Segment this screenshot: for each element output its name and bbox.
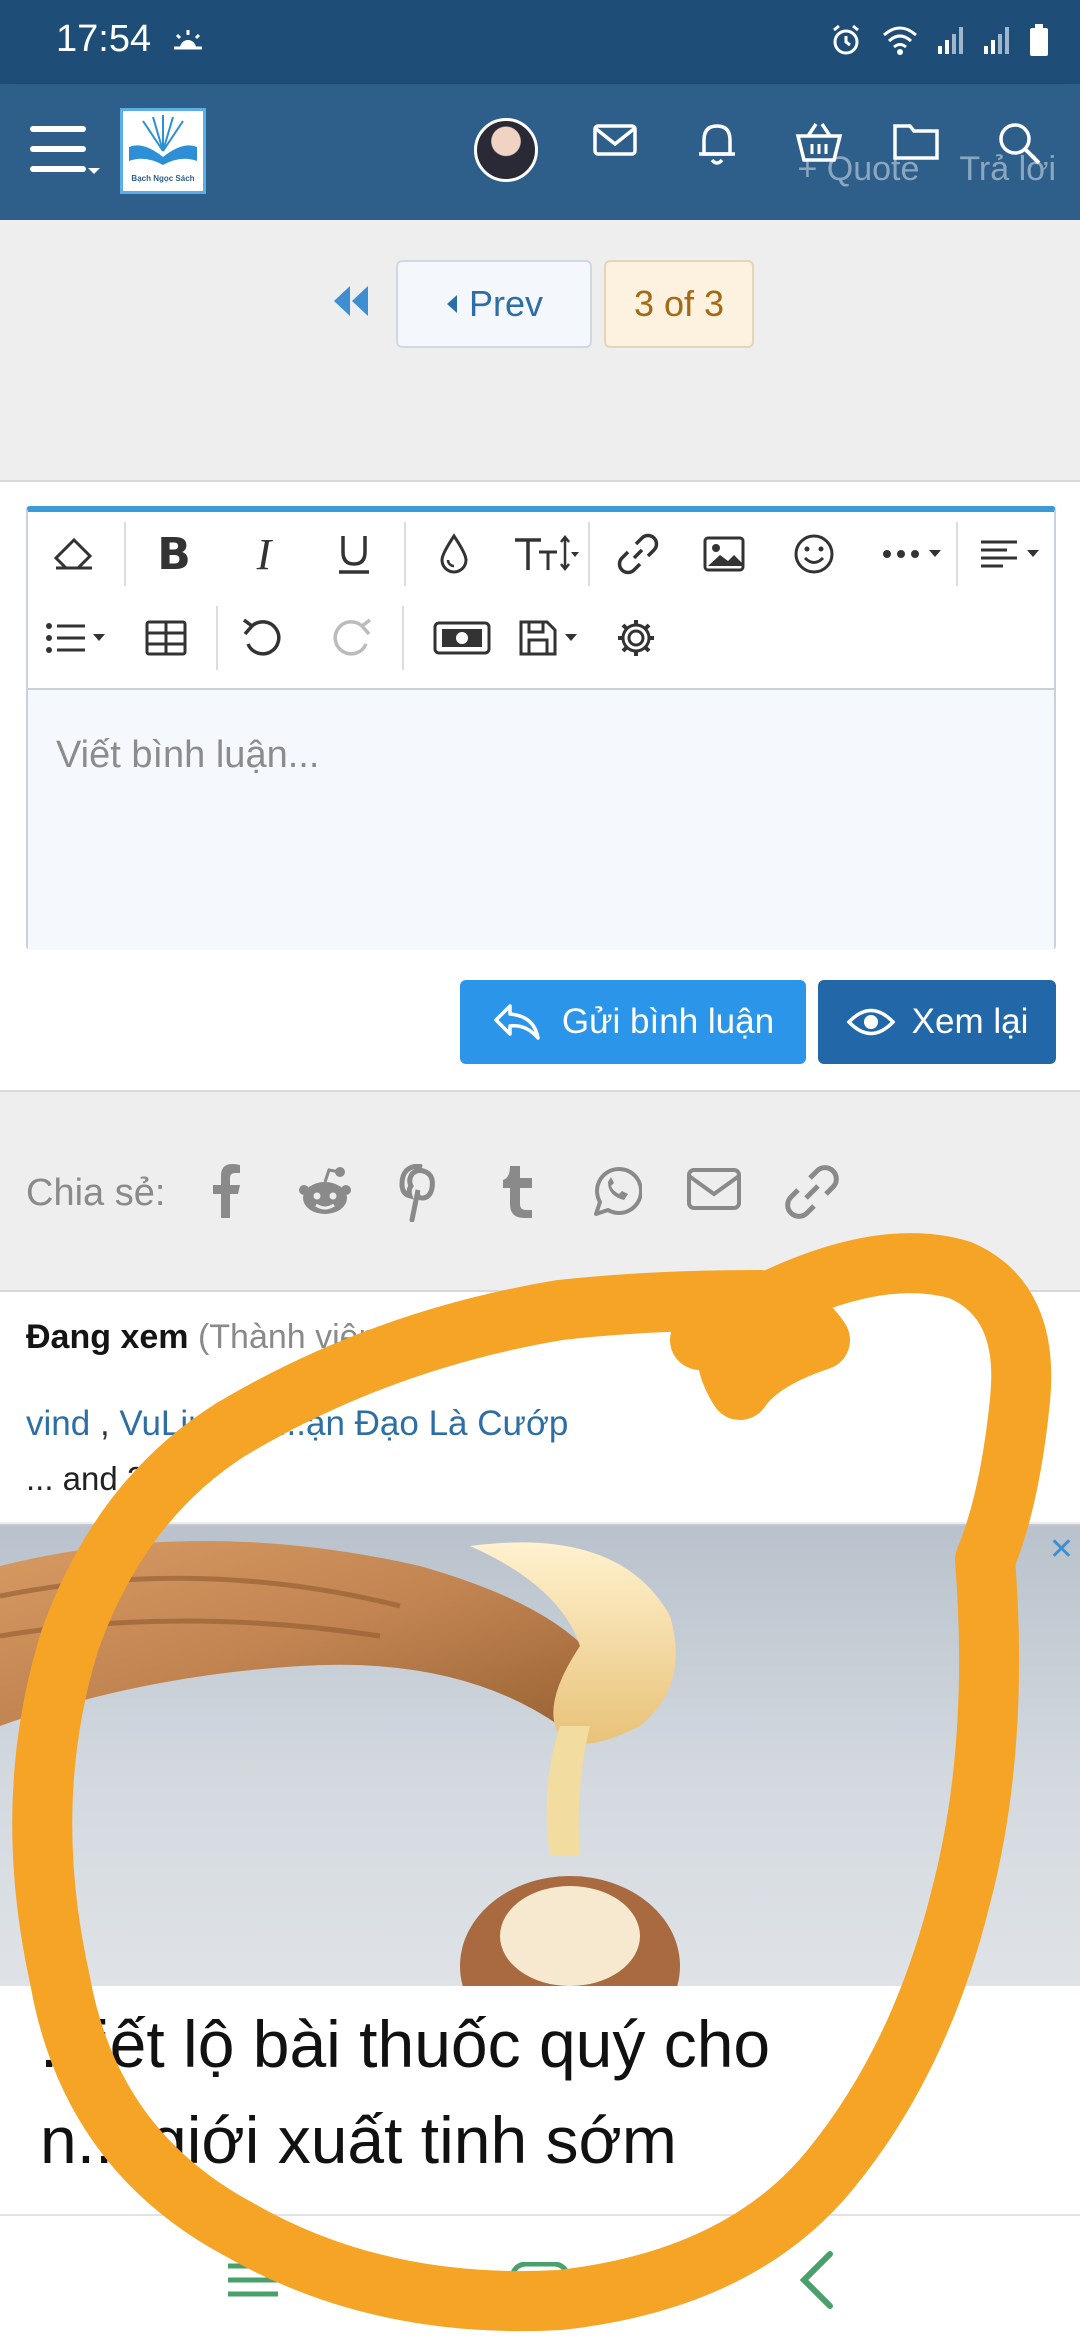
tumblr-icon[interactable]: [500, 1164, 536, 1220]
caret-left-icon: [446, 295, 457, 313]
viewers-subtitle: (Thành viên: 5, Kh: [197, 1318, 476, 1356]
table-icon[interactable]: [136, 610, 196, 666]
eraser-icon[interactable]: [44, 526, 104, 582]
whatsapp-icon[interactable]: [590, 1164, 642, 1220]
back-icon[interactable]: [796, 2250, 836, 2310]
viewer-link[interactable]: ...ạn Đạo Là Cướp: [277, 1404, 569, 1443]
bold-icon[interactable]: 𝗕: [144, 526, 204, 582]
recent-apps-icon[interactable]: [224, 2262, 282, 2298]
viewer-link[interactable]: VuLinh: [119, 1404, 227, 1443]
toolbar-divider: [402, 606, 404, 670]
mail-icon[interactable]: [592, 120, 638, 160]
link-icon[interactable]: [608, 526, 668, 582]
viewers-title: Đang xem: [26, 1318, 189, 1356]
advertisement[interactable]: ✕ ...iết lộ bài thuốc quý cho n... giới …: [0, 1524, 1080, 2214]
redo-icon[interactable]: [322, 610, 382, 666]
toolbar-divider: [216, 606, 218, 670]
page-indicator[interactable]: 3 of 3: [604, 260, 754, 348]
comment-placeholder: Viết bình luận...: [56, 734, 320, 776]
reddit-icon[interactable]: [298, 1164, 352, 1220]
battery-icon: [1030, 24, 1048, 56]
toolbar-divider: [588, 522, 590, 586]
ad-image[interactable]: [0, 1526, 1080, 1986]
submit-comment-label: Gửi bình luận: [561, 1002, 775, 1041]
comment-textarea[interactable]: Viết bình luận...: [28, 688, 1054, 950]
smiley-icon[interactable]: [784, 526, 844, 582]
status-icons: [828, 22, 1050, 58]
system-nav-bar: [0, 2214, 1080, 2340]
prev-page-button[interactable]: Prev: [396, 260, 592, 348]
prev-label: Prev: [468, 283, 544, 324]
weather-icon: [170, 26, 206, 56]
submit-comment-button[interactable]: Gửi bình luận: [460, 980, 806, 1064]
ad-close-icon[interactable]: ✕: [1049, 1532, 1074, 1567]
signal-icon: [938, 27, 963, 54]
settings-gear-icon[interactable]: [606, 610, 666, 666]
basket-icon[interactable]: [794, 120, 844, 164]
list-icon[interactable]: [38, 610, 118, 666]
logo-text: Bạch Ngọc Sách: [131, 174, 195, 183]
font-size-icon[interactable]: [506, 526, 586, 582]
home-icon[interactable]: [508, 2262, 572, 2302]
color-drop-icon[interactable]: [424, 526, 484, 582]
underline-icon[interactable]: [324, 526, 384, 582]
reply-arrow-icon: [494, 1004, 540, 1040]
site-logo[interactable]: Bạch Ngọc Sách: [120, 108, 206, 194]
search-icon[interactable]: [996, 120, 1042, 166]
bell-icon[interactable]: [696, 120, 738, 166]
toolbar-divider: [124, 522, 126, 586]
viewers-heading: Đang xem (Thành viên: 5, Kh: [26, 1318, 476, 1357]
share-label: Chia sẻ:: [26, 1172, 166, 1214]
preview-button[interactable]: Xem lại: [818, 980, 1056, 1064]
avatar[interactable]: [474, 118, 538, 182]
alarm-icon: [833, 24, 859, 55]
media-icon[interactable]: [424, 610, 500, 666]
viewers-list: vind , VuLinh ...ạn Đạo Là Cướp: [26, 1404, 569, 1443]
editor-toolbar-row-1: 𝗕 I: [28, 512, 1054, 596]
status-bar: 17:54: [0, 0, 1080, 84]
viewers-more: ... and 2: [26, 1460, 146, 1497]
signal-2-icon: [984, 27, 1009, 54]
preview-label: Xem lại: [911, 1002, 1029, 1041]
italic-icon[interactable]: I: [234, 526, 294, 582]
wifi-icon: [883, 26, 917, 55]
viewer-link[interactable]: vind: [26, 1404, 90, 1443]
email-icon[interactable]: [686, 1164, 742, 1214]
folder-icon[interactable]: [892, 120, 940, 162]
app-header: Bạch Ngọc Sách + Quote Trả lời: [0, 84, 1080, 220]
align-icon[interactable]: [972, 526, 1052, 582]
toolbar-divider: [404, 522, 406, 586]
image-icon[interactable]: [694, 526, 754, 582]
comment-editor: 𝗕 I Viết bình luận...: [26, 506, 1056, 950]
ad-headline-line: n... giới xuất tinh sớm: [40, 2103, 677, 2177]
undo-icon[interactable]: [232, 610, 292, 666]
facebook-icon[interactable]: [206, 1164, 246, 1220]
more-options-icon[interactable]: [874, 526, 954, 582]
toolbar-divider: [956, 522, 958, 586]
save-draft-icon[interactable]: [512, 610, 592, 666]
ad-headline-line: ...iết lộ bài thuốc quý cho: [40, 2007, 771, 2081]
ad-headline[interactable]: ...iết lộ bài thuốc quý cho n... giới xu…: [40, 1996, 1060, 2188]
status-time: 17:54: [56, 18, 152, 60]
editor-toolbar-row-2: [28, 596, 1054, 680]
share-link-icon[interactable]: [784, 1164, 840, 1220]
eye-icon: [846, 1008, 896, 1036]
menu-icon[interactable]: [30, 124, 100, 180]
first-page-icon[interactable]: [330, 284, 370, 318]
pinterest-icon[interactable]: [398, 1164, 442, 1222]
